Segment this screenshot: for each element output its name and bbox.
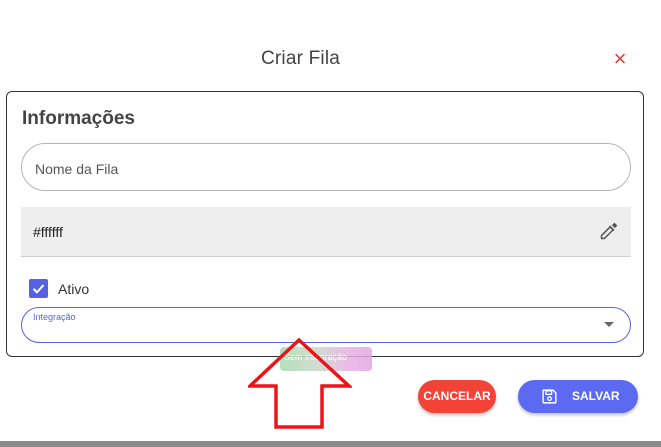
dialog-title: Criar Fila [260, 48, 341, 69]
chevron-down-icon[interactable] [604, 322, 614, 327]
queue-name-input[interactable] [33, 157, 597, 181]
color-value: #ffffff [33, 224, 63, 240]
color-picker-icon[interactable] [599, 221, 619, 241]
save-label: SALVAR [572, 389, 620, 403]
integration-label: Integração [33, 312, 76, 322]
cancel-button[interactable]: CANCELAR [418, 380, 496, 413]
queue-name-field[interactable] [21, 143, 631, 191]
annotation-arrow-icon [248, 337, 352, 429]
color-field[interactable]: #ffffff [21, 207, 631, 257]
bottom-divider [0, 441, 661, 447]
close-icon[interactable]: × [609, 48, 631, 70]
check-icon [32, 284, 45, 294]
section-title: Informações [22, 108, 135, 129]
save-button[interactable]: SALVAR [518, 380, 638, 413]
active-checkbox[interactable] [29, 279, 48, 298]
active-label: Ativo [58, 281, 90, 297]
save-icon [542, 389, 557, 404]
